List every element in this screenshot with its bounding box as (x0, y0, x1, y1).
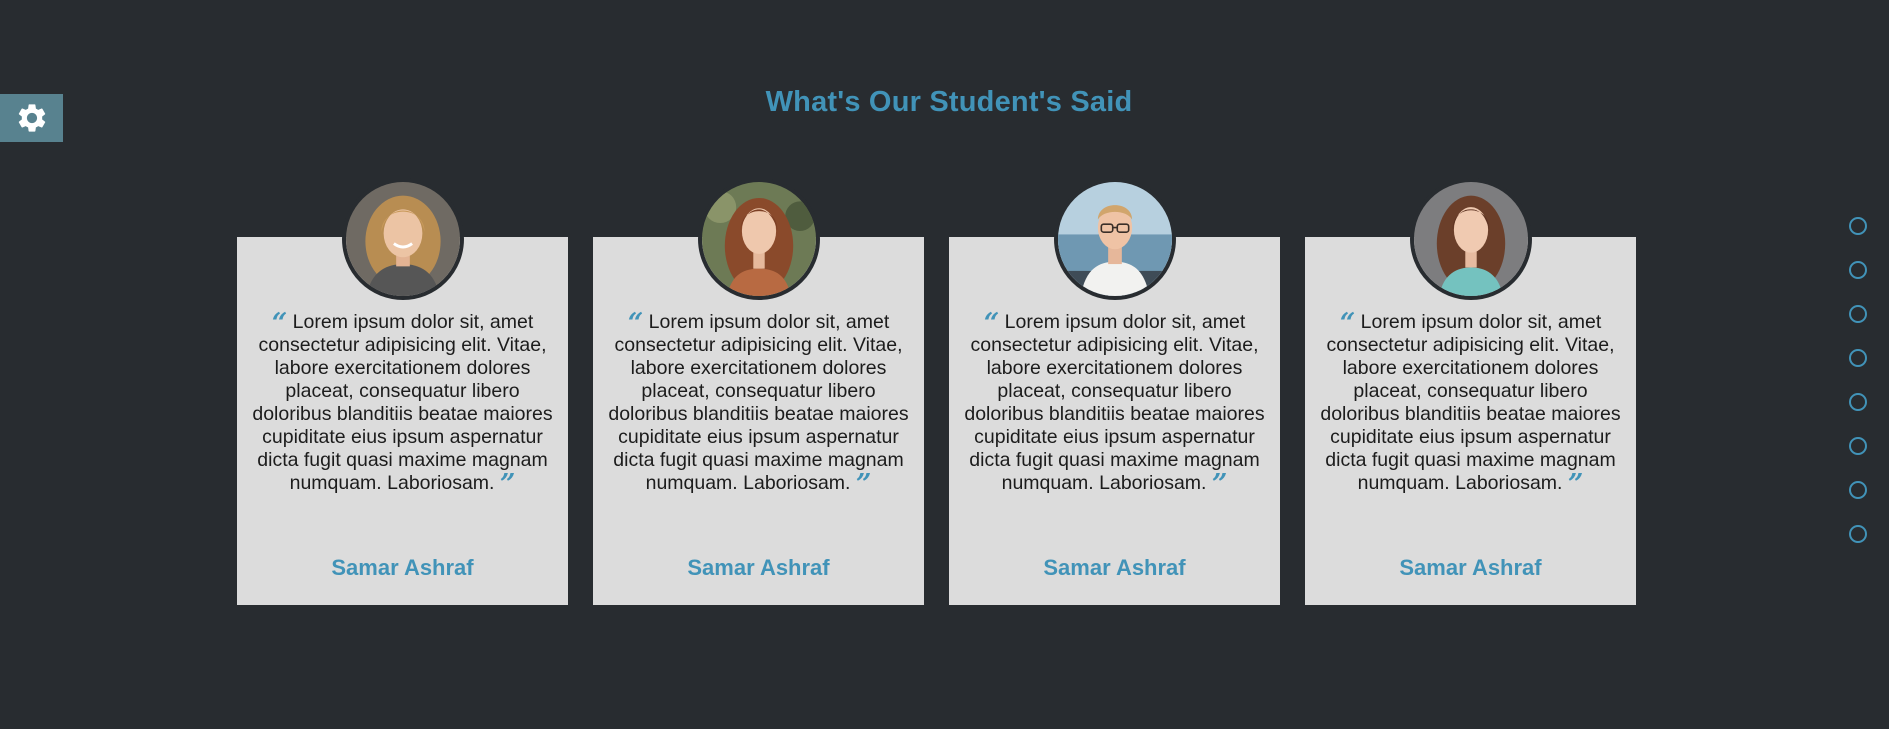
avatar-brunette-woman (1413, 182, 1528, 296)
close-quote-icon: ” (1567, 469, 1584, 500)
avatar (1053, 178, 1176, 300)
avatar-blonde-woman (345, 182, 460, 296)
close-quote-icon: ” (855, 469, 872, 500)
close-quote-icon: ” (499, 469, 516, 500)
testimonial-card: “ Lorem ipsum dolor sit, amet consectetu… (237, 178, 568, 605)
testimonial-name[interactable]: Samar Ashraf (949, 555, 1280, 581)
testimonial-card: “ Lorem ipsum dolor sit, amet consectetu… (949, 178, 1280, 605)
testimonial-text: Lorem ipsum dolor sit, amet consectetur … (608, 311, 909, 494)
nav-bullet[interactable] (1849, 481, 1867, 499)
nav-bullet[interactable] (1849, 393, 1867, 411)
avatar (697, 178, 820, 300)
close-quote-icon: ” (1211, 469, 1228, 500)
testimonial-name[interactable]: Samar Ashraf (237, 555, 568, 581)
nav-bullets (1849, 217, 1869, 569)
nav-bullet[interactable] (1849, 261, 1867, 279)
testimonial-name[interactable]: Samar Ashraf (593, 555, 924, 581)
testimonial-quote: “ Lorem ipsum dolor sit, amet consectetu… (607, 310, 910, 498)
nav-bullet[interactable] (1849, 525, 1867, 543)
testimonial-text: Lorem ipsum dolor sit, amet consectetur … (1320, 311, 1621, 494)
testimonial-quote: “ Lorem ipsum dolor sit, amet consectetu… (1319, 310, 1622, 498)
nav-bullet[interactable] (1849, 217, 1867, 235)
nav-bullet[interactable] (1849, 349, 1867, 367)
testimonial-quote: “ Lorem ipsum dolor sit, amet consectetu… (963, 310, 1266, 498)
nav-bullet[interactable] (1849, 305, 1867, 323)
avatar (341, 178, 464, 300)
testimonial-text: Lorem ipsum dolor sit, amet consectetur … (964, 311, 1265, 494)
testimonial-name[interactable]: Samar Ashraf (1305, 555, 1636, 581)
section-title: What's Our Student's Said (765, 86, 1133, 118)
testimonial-quote: “ Lorem ipsum dolor sit, amet consectetu… (251, 310, 554, 498)
avatar-auburn-woman (701, 182, 816, 296)
testimonial-card: “ Lorem ipsum dolor sit, amet consectetu… (593, 178, 924, 605)
avatar-young-man-glasses (1057, 182, 1172, 296)
avatar (1409, 178, 1532, 300)
nav-bullet[interactable] (1849, 437, 1867, 455)
testimonial-card: “ Lorem ipsum dolor sit, amet consectetu… (1305, 178, 1636, 605)
testimonial-text: Lorem ipsum dolor sit, amet consectetur … (252, 311, 553, 494)
